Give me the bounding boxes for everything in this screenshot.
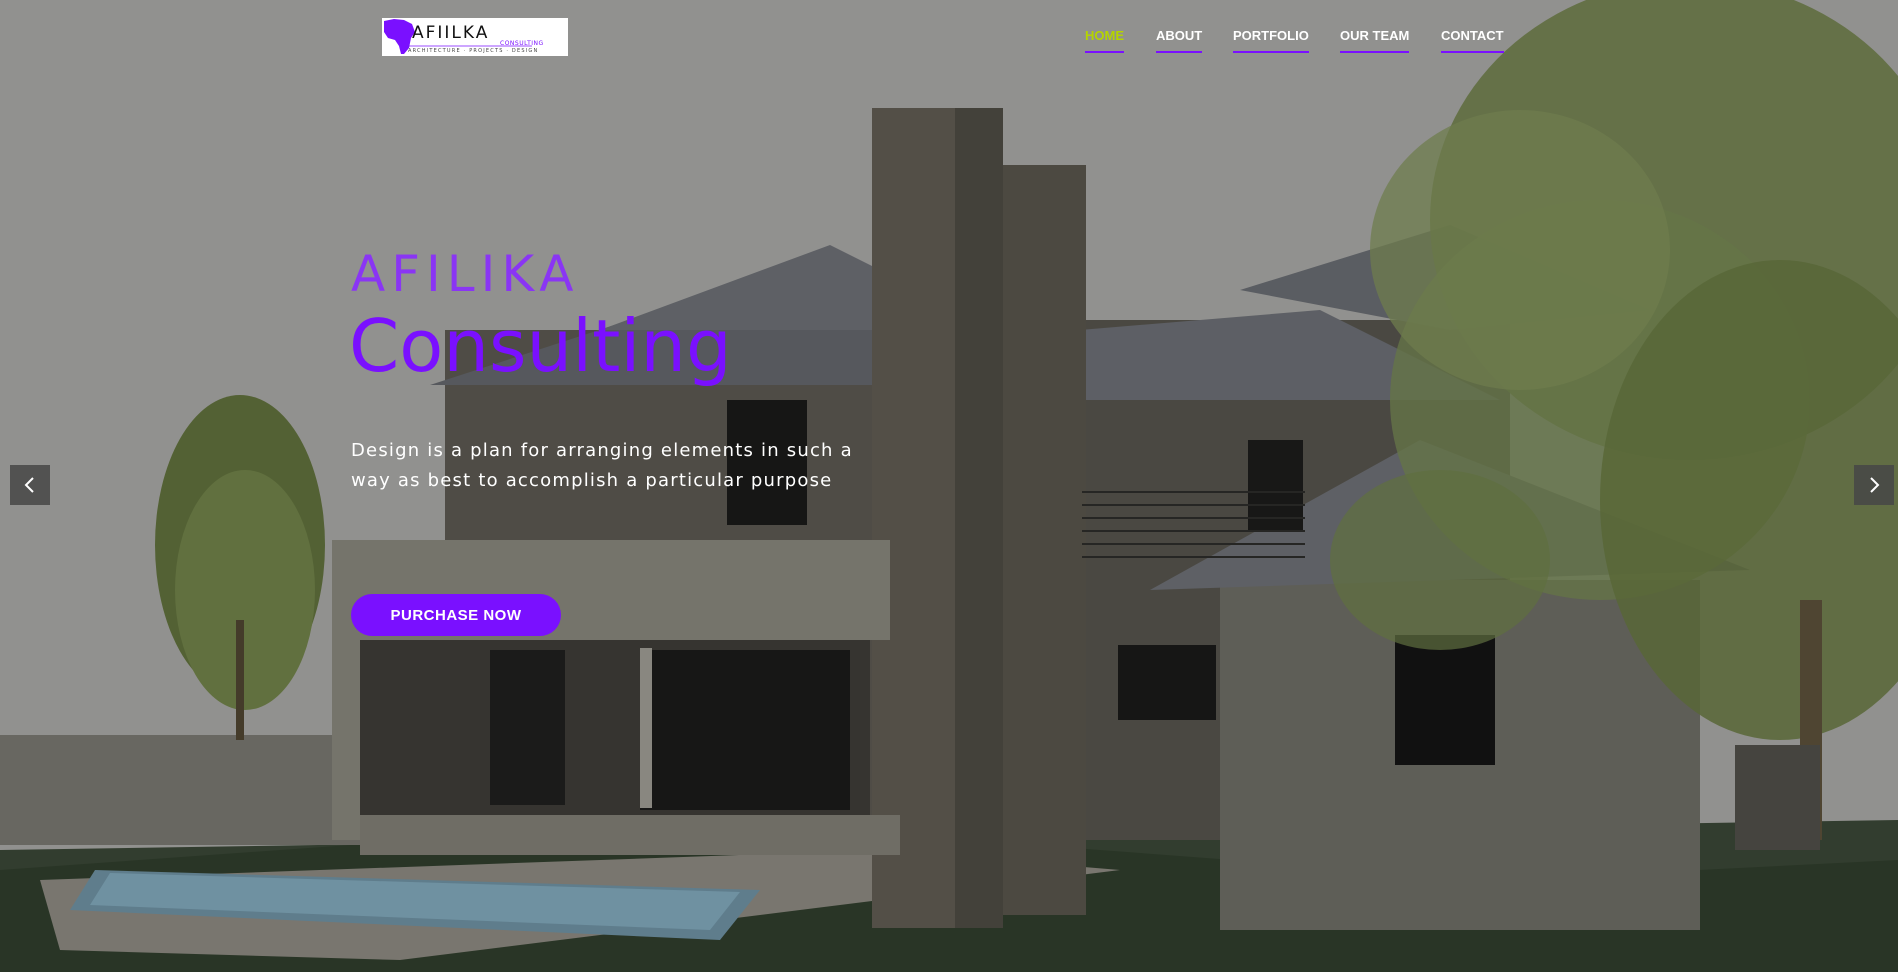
nav-underline — [1233, 51, 1309, 53]
nav-about[interactable]: ABOUT — [1156, 28, 1203, 71]
nav-underline — [1156, 51, 1203, 53]
logo-tagline: ARCHITECTURE · PROJECTS · DESIGN — [408, 48, 539, 54]
nav-underline — [1085, 51, 1124, 53]
chevron-right-icon — [1870, 477, 1880, 493]
nav-about-label: ABOUT — [1156, 28, 1203, 43]
nav-our-team[interactable]: OUR TEAM — [1340, 28, 1410, 71]
nav-home[interactable]: HOME — [1085, 28, 1124, 71]
carousel-next-button[interactable] — [1854, 465, 1894, 505]
nav-underline — [1340, 51, 1410, 53]
nav-contact[interactable]: CONTACT — [1441, 28, 1504, 71]
logo-subtitle: CONSULTING — [500, 40, 544, 47]
hero-brand-name: AFILIKA — [351, 245, 580, 303]
site-logo[interactable]: AFIILKA CONSULTING ARCHITECTURE · PROJEC… — [382, 18, 568, 56]
hero-tagline: Design is a plan for arranging elements … — [351, 440, 853, 491]
logo-wordmark: AFIILKA — [412, 23, 490, 43]
nav-underline — [1441, 51, 1504, 53]
hero-title: Consulting — [349, 304, 732, 388]
nav-portfolio[interactable]: PORTFOLIO — [1233, 28, 1309, 71]
nav-portfolio-label: PORTFOLIO — [1233, 28, 1309, 43]
purchase-now-button[interactable]: PURCHASE NOW — [351, 594, 561, 636]
nav-contact-label: CONTACT — [1441, 28, 1504, 43]
nav-our-team-label: OUR TEAM — [1340, 28, 1410, 43]
nav-home-label: HOME — [1085, 28, 1124, 43]
chevron-left-icon — [24, 477, 34, 493]
hero-background-image — [0, 0, 1898, 972]
carousel-prev-button[interactable] — [10, 465, 50, 505]
